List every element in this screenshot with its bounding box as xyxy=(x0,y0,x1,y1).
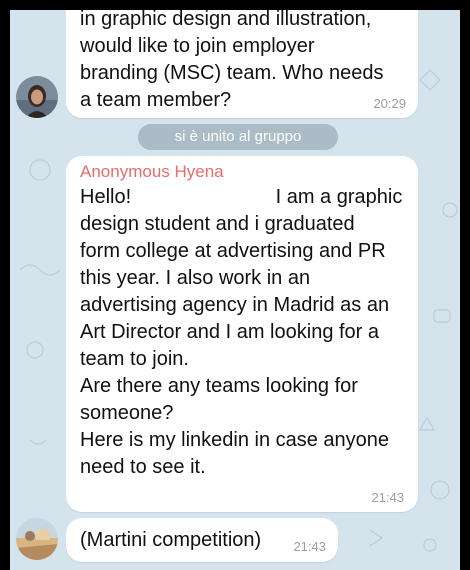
message-text: Hello! I am a graphic design student and… xyxy=(80,186,403,478)
message-text: in graphic design and illustration, woul… xyxy=(80,10,384,111)
avatar-woman-photo-icon xyxy=(16,76,58,118)
avatar-landscape-photo-icon xyxy=(16,518,58,560)
message-bubble-2[interactable]: Anonymous Hyena Hello! I am a graphic de… xyxy=(66,156,418,512)
sender-avatar[interactable] xyxy=(16,76,58,118)
message-timestamp: 20:29 xyxy=(373,96,406,111)
message-bubble-1[interactable]: in graphic design and illustration, woul… xyxy=(66,10,418,118)
message-bubble-3[interactable]: (Martini competition) 21:43 xyxy=(66,518,338,562)
message-text: (Martini competition) xyxy=(80,529,262,551)
sender-name[interactable]: Anonymous Hyena xyxy=(80,162,224,182)
sender-avatar[interactable] xyxy=(16,518,58,560)
message-timestamp: 21:43 xyxy=(371,490,404,505)
chat-view: in graphic design and illustration, woul… xyxy=(10,10,460,570)
system-message: si è unito al gruppo xyxy=(138,124,338,150)
message-timestamp: 21:43 xyxy=(293,539,326,554)
